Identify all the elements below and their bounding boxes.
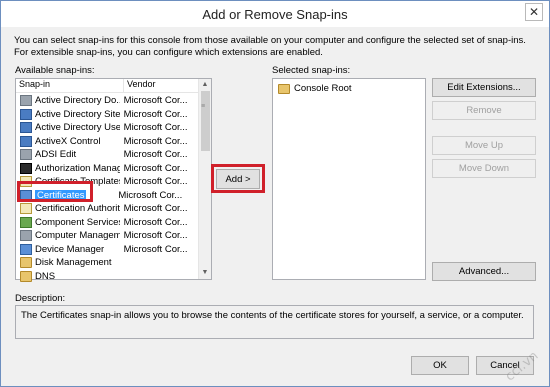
snapin-vendor: Microsoft Cor...: [123, 216, 188, 228]
snapin-name: Authorization Manager: [35, 162, 120, 174]
snapin-row[interactable]: ActiveX Control Microsoft Cor...: [16, 135, 199, 149]
snapin-vendor: Microsoft Cor...: [123, 176, 188, 188]
close-button[interactable]: ✕: [525, 3, 543, 21]
available-snapins-list[interactable]: Snap-in Vendor Active Directory Do... Mic…: [15, 78, 212, 282]
snapin-name: Device Manager: [35, 243, 105, 255]
vertical-scrollbar[interactable]: ▲ ≡ ▼: [198, 79, 211, 279]
snapin-row[interactable]: Computer Managem...Microsoft Cor...: [16, 229, 199, 243]
remove-button[interactable]: Remove: [432, 101, 536, 120]
snapin-icon: [20, 122, 32, 134]
snapin-icon: [20, 162, 32, 174]
highlight-certificates: [17, 181, 93, 202]
ok-button[interactable]: OK: [411, 356, 469, 375]
snapin-icon: [20, 216, 32, 228]
edit-extensions-button[interactable]: Edit Extensions...: [432, 78, 536, 97]
folder-icon: [278, 83, 290, 94]
snapin-vendor: Microsoft Cor...: [123, 135, 188, 147]
available-snapins-label: Available snap-ins:: [15, 65, 95, 76]
snapin-vendor: Microsoft Cor...: [123, 162, 188, 174]
snapin-icon: [20, 230, 32, 242]
snapin-icon: [20, 270, 32, 282]
snapin-name: Active Directory Do...: [35, 95, 120, 107]
list-header: Snap-in Vendor: [16, 79, 199, 93]
snapin-icon: [20, 257, 32, 269]
advanced-button[interactable]: Advanced...: [432, 262, 536, 281]
snapin-row[interactable]: DNS: [16, 270, 199, 284]
snapin-row[interactable]: Authorization ManagerMicrosoft Cor...: [16, 162, 199, 176]
description-label: Description:: [15, 293, 66, 304]
scroll-down-icon[interactable]: ▼: [199, 267, 211, 279]
column-divider[interactable]: [123, 79, 124, 93]
title-bar: Add or Remove Snap-ins ✕: [1, 1, 549, 27]
move-down-button[interactable]: Move Down: [432, 159, 536, 178]
snapin-name: Certification Authority: [35, 203, 120, 215]
snapin-name: DNS: [35, 270, 56, 282]
snapin-icon: [20, 108, 32, 120]
console-root-label: Console Root: [294, 83, 352, 94]
snapin-vendor: Microsoft Cor...: [123, 203, 188, 215]
snapin-name: ADSI Edit: [35, 149, 77, 161]
snapin-icon: [20, 203, 32, 215]
description-text: The Certificates snap-in allows you to b…: [21, 310, 524, 321]
watermark: ccl.vn: [502, 348, 542, 385]
snapin-vendor: Microsoft Cor...: [123, 122, 188, 134]
add-remove-snapins-dialog: Add or Remove Snap-ins ✕ You can select …: [0, 0, 550, 387]
snapin-name: Component Services: [35, 216, 120, 228]
move-up-button[interactable]: Move Up: [432, 136, 536, 155]
info-text: You can select snap-ins for this console…: [14, 35, 526, 58]
snapin-row[interactable]: Active Directory Site... Microsoft Cor...: [16, 108, 199, 122]
dialog-title: Add or Remove Snap-ins: [202, 6, 348, 22]
snapin-icon: [20, 243, 32, 255]
selected-snapins-label: Selected snap-ins:: [272, 65, 351, 76]
snapin-vendor: Microsoft Cor...: [123, 108, 188, 120]
column-header-snapin[interactable]: Snap-in: [16, 79, 124, 92]
selected-snapins-list[interactable]: Console Root: [272, 78, 426, 280]
snapin-vendor: Microsoft Cor...: [123, 230, 188, 242]
snapin-icon: [20, 135, 32, 147]
highlight-add-button: [211, 164, 265, 193]
snapin-row[interactable]: Active Directory Do... Microsoft Cor...: [16, 94, 199, 108]
snapin-row[interactable]: Active Directory Use... Microsoft Cor...: [16, 121, 199, 135]
snapin-vendor: Microsoft Cor...: [123, 95, 188, 107]
console-root-item[interactable]: Console Root: [278, 83, 352, 94]
snapin-row[interactable]: Disk Management: [16, 256, 199, 270]
scroll-grip-icon: ≡: [201, 103, 206, 110]
snapin-row[interactable]: Certification Authority Microsoft Cor...: [16, 202, 199, 216]
snapin-name: Active Directory Site...: [35, 108, 120, 120]
snapin-name: Computer Managem...: [35, 230, 120, 242]
column-header-vendor[interactable]: Vendor: [124, 79, 199, 92]
snapin-name: ActiveX Control: [35, 135, 101, 147]
snapin-icon: [20, 95, 32, 107]
snapin-name: Active Directory Use...: [35, 122, 120, 134]
snapin-vendor: Microsoft Cor...: [123, 149, 188, 161]
snapin-row[interactable]: Device Manager Microsoft Cor...: [16, 243, 199, 257]
snapin-row[interactable]: Component Services Microsoft Cor...: [16, 216, 199, 230]
scroll-up-icon[interactable]: ▲: [199, 79, 211, 91]
description-box: The Certificates snap-in allows you to b…: [15, 305, 534, 339]
snapin-name: Disk Management: [35, 257, 112, 269]
snapin-vendor: Microsoft Cor...: [118, 189, 183, 201]
scroll-thumb[interactable]: [201, 91, 210, 151]
snapin-row[interactable]: ADSI Edit Microsoft Cor...: [16, 148, 199, 162]
snapin-icon: [20, 149, 32, 161]
snapin-vendor: Microsoft Cor...: [123, 243, 188, 255]
